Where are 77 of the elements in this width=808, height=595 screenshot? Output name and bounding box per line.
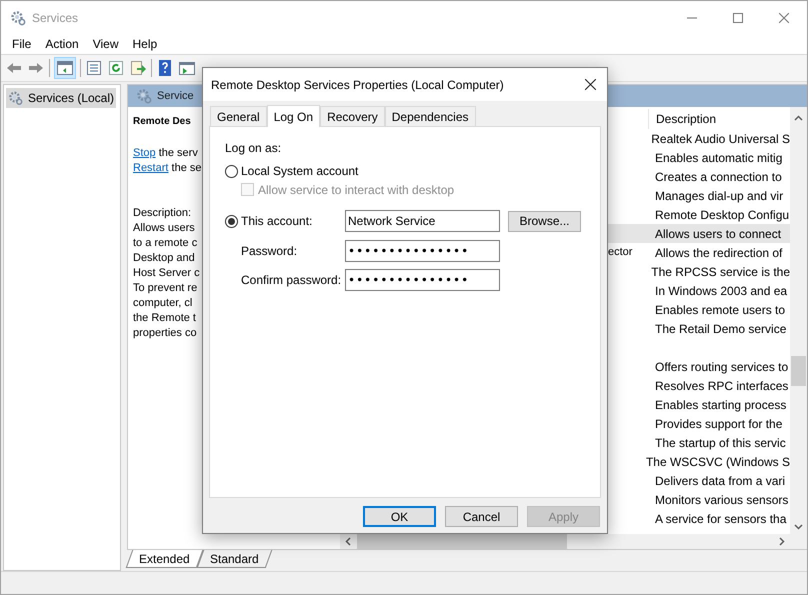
help-icon[interactable]	[156, 59, 174, 77]
dialog-tab[interactable]: General	[210, 106, 267, 126]
description-text: computer, cl	[133, 296, 192, 311]
table-cell-text: Enables starting process	[655, 396, 786, 414]
table-cell-text: The WSCSVC (Windows S	[646, 454, 790, 470]
scroll-up-icon[interactable]	[794, 115, 803, 121]
menu-item[interactable]: File	[5, 35, 38, 53]
view-tab[interactable]: Standard	[196, 550, 272, 568]
dialog-button[interactable]: Cancel	[445, 506, 518, 527]
menu-item[interactable]: Help	[126, 35, 164, 53]
password-field[interactable]: •••••••••••••••	[345, 269, 500, 291]
table-cell-text: The Retail Demo service	[655, 320, 786, 338]
description-label: Description:	[133, 206, 192, 221]
description-text: Desktop and	[133, 251, 195, 266]
description-text: Host Server c	[133, 266, 200, 281]
menu-item[interactable]: View	[86, 35, 126, 53]
table-cell-text: Provides support for the	[655, 416, 782, 432]
description-text: the Remote t	[133, 311, 196, 326]
table-cell-text: Enables automatic mitig	[655, 150, 782, 166]
gear-icon	[136, 88, 152, 104]
menu-item[interactable]: Action	[38, 35, 86, 53]
close-icon	[779, 12, 789, 22]
service-action-link[interactable]: Restart	[133, 161, 168, 176]
description-text: to a remote c	[133, 236, 198, 251]
description-text: To prevent re	[133, 281, 198, 296]
radio-button[interactable]	[225, 214, 238, 228]
horizontal-scrollbar[interactable]	[340, 534, 807, 549]
radio-label[interactable]: Local System account	[241, 162, 358, 180]
refresh-icon[interactable]	[107, 59, 125, 77]
table-cell-text: Monitors various sensors	[655, 492, 788, 508]
table-cell-text: In Windows 2003 and ea	[655, 282, 788, 300]
pane-title: Service	[157, 88, 194, 104]
table-cell: ector	[608, 246, 632, 258]
field-label: Password:	[241, 243, 298, 260]
view-tab[interactable]: Extended	[126, 550, 203, 568]
console-icon[interactable]	[178, 59, 196, 77]
dialog-button[interactable]: OK	[363, 506, 436, 527]
table-cell-text: The startup of this servic	[655, 434, 786, 452]
table-cell-text: Resolves RPC interfaces	[655, 378, 788, 394]
radio-button[interactable]	[225, 164, 238, 178]
description-text: Allows users	[133, 221, 195, 236]
table-cell-text: Delivers data from a vari	[655, 472, 786, 490]
dialog-tab[interactable]: Log On	[266, 105, 320, 127]
browse-button[interactable]: Browse...	[508, 210, 581, 232]
export-icon[interactable]	[129, 59, 147, 77]
column-header[interactable]: Description	[649, 109, 716, 129]
description-text: properties co	[133, 326, 197, 341]
table-cell-text: Enables remote users to	[655, 302, 786, 318]
dialog-tab[interactable]: Recovery	[320, 106, 385, 126]
table-cell-text: Realtek Audio Universal S	[651, 130, 790, 148]
radio-label[interactable]: This account:	[241, 212, 312, 230]
dialog-tab[interactable]: Dependencies	[384, 106, 476, 126]
scrollbar-thumb[interactable]	[357, 534, 567, 549]
vertical-scrollbar[interactable]	[790, 107, 807, 534]
window-title: Services	[32, 10, 78, 26]
show-tree-button[interactable]	[54, 57, 76, 79]
tree-item[interactable]: Services (Local)	[6, 88, 116, 108]
scrollbar-thumb[interactable]	[791, 356, 806, 386]
table-cell-text: Allows users to connect	[655, 226, 782, 242]
service-action-text: the se	[170, 161, 202, 176]
password-field[interactable]: •••••••••••••••	[345, 240, 500, 262]
field-label: Confirm password:	[241, 272, 342, 289]
gear-icon	[8, 90, 23, 106]
gear-icon	[10, 10, 26, 26]
table-cell-text: Allows the redirection of	[655, 244, 782, 262]
scroll-right-icon[interactable]	[779, 537, 785, 546]
service-action-text: the serv	[158, 146, 198, 161]
maximize-icon	[733, 12, 743, 22]
dialog-title: Remote Desktop Services Properties (Local Computer)	[211, 76, 504, 94]
scroll-left-icon[interactable]	[345, 537, 351, 546]
service-action-link[interactable]: Stop	[133, 146, 156, 161]
log-on-label: Log on as:	[225, 140, 282, 154]
table-cell-text: Offers routing services to	[655, 358, 788, 376]
account-field[interactable]: Network Service	[345, 210, 500, 232]
service-name: Remote Des	[133, 115, 191, 129]
properties-icon[interactable]	[85, 59, 103, 77]
scroll-down-icon[interactable]	[794, 524, 803, 530]
